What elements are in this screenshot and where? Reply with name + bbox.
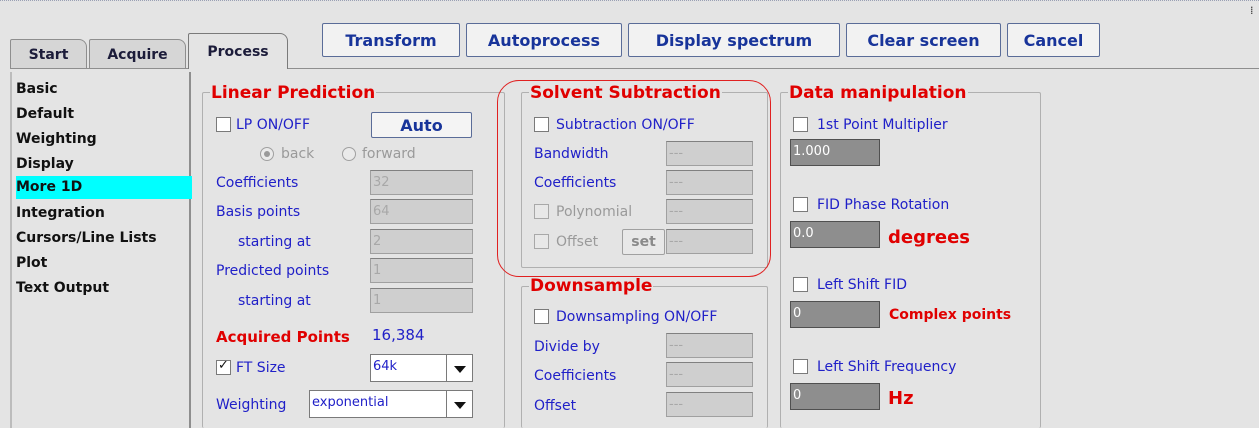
weighting-select[interactable]: exponential <box>309 390 473 418</box>
lp-toggle-label: LP ON/OFF <box>236 117 311 133</box>
ft-size-checkbox[interactable]: ✓ <box>216 358 231 375</box>
ds-offset-field[interactable]: --- <box>666 392 753 417</box>
ft-size-label: FT Size <box>236 360 286 376</box>
downsample-title: Downsample <box>529 276 654 296</box>
fid-phase-checkbox[interactable] <box>793 197 808 212</box>
data-manipulation-title: Data manipulation <box>788 83 968 103</box>
subtraction-toggle-label: Subtraction ON/OFF <box>556 117 695 133</box>
ds-coefficients-field[interactable]: --- <box>666 362 753 387</box>
ft-size-value: 64k <box>373 359 398 374</box>
autoprocess-button[interactable]: Autoprocess <box>466 23 622 57</box>
complex-points-unit: Complex points <box>889 307 1012 323</box>
ss-offset-field[interactable]: --- <box>666 229 753 254</box>
first-point-checkbox[interactable] <box>793 117 808 132</box>
subtraction-toggle-checkbox[interactable] <box>534 117 549 132</box>
ds-coefficients-label: Coefficients <box>534 368 617 384</box>
offset-label: Offset <box>556 234 599 250</box>
predicted-points-label: Predicted points <box>216 263 330 279</box>
back-radio-label: back <box>281 146 315 162</box>
lp-coefficients-field[interactable]: 32 <box>370 170 473 195</box>
set-button[interactable]: set <box>622 229 665 255</box>
chevron-down-icon <box>446 391 472 417</box>
predicted-start-field[interactable]: 1 <box>370 288 473 313</box>
fid-phase-field[interactable]: 0.0 <box>790 221 880 248</box>
divide-by-label: Divide by <box>534 339 600 355</box>
predicted-points-field[interactable]: 1 <box>370 258 473 283</box>
predicted-starting-at-label: starting at <box>238 293 311 309</box>
ds-offset-label: Offset <box>534 398 577 414</box>
basis-points-field[interactable]: 64 <box>370 199 473 224</box>
basis-points-label: Basis points <box>216 204 301 220</box>
forward-radio-label: forward <box>362 146 416 162</box>
degrees-unit: degrees <box>888 227 970 248</box>
fid-phase-label: FID Phase Rotation <box>817 197 950 213</box>
hz-unit: Hz <box>888 388 914 409</box>
sidebar-item-integration[interactable]: Integration <box>16 202 192 225</box>
display-spectrum-button[interactable]: Display spectrum <box>628 23 840 57</box>
lp-coefficients-label: Coefficients <box>216 175 299 191</box>
chevron-down-icon <box>446 355 472 381</box>
sidebar-item-display[interactable]: Display <box>16 153 192 176</box>
left-shift-fid-label: Left Shift FID <box>817 277 908 293</box>
weighting-label: Weighting <box>216 397 287 413</box>
polynomial-checkbox[interactable] <box>534 204 549 219</box>
sidebar-item-default[interactable]: Default <box>16 103 192 126</box>
cancel-button[interactable]: Cancel <box>1007 23 1100 57</box>
lp-toggle-checkbox[interactable] <box>216 117 231 132</box>
weighting-value: exponential <box>312 395 389 410</box>
first-point-field[interactable]: 1.000 <box>790 139 880 166</box>
tab-acquire[interactable]: Acquire <box>89 39 186 69</box>
offset-checkbox[interactable] <box>534 234 549 249</box>
transform-button[interactable]: Transform <box>322 23 460 57</box>
sidebar-item-more-1d[interactable]: More 1D <box>16 176 192 199</box>
tab-acquire-label: Acquire <box>107 46 168 63</box>
sidebar-item-basic[interactable]: Basic <box>16 78 192 101</box>
linear-prediction-title: Linear Prediction <box>210 83 377 103</box>
acquired-points-label: Acquired Points <box>216 328 350 346</box>
divide-by-field[interactable]: --- <box>666 333 753 358</box>
forward-radio[interactable] <box>342 147 356 161</box>
left-shift-freq-checkbox[interactable] <box>793 359 808 374</box>
downsampling-toggle-label: Downsampling ON/OFF <box>556 309 718 325</box>
left-shift-freq-field[interactable]: 0 <box>790 383 880 410</box>
bandwidth-label: Bandwidth <box>534 146 609 162</box>
top-border <box>0 0 1259 8</box>
bandwidth-field[interactable]: --- <box>666 141 753 166</box>
tab-process-label: Process <box>207 43 269 60</box>
tab-start-label: Start <box>28 46 69 63</box>
ft-size-select[interactable]: 64k <box>370 354 473 382</box>
sidebar-item-text-output[interactable]: Text Output <box>16 277 192 300</box>
resize-grip-icon[interactable]: ⁞ <box>1250 4 1254 17</box>
sidebar-item-cursors[interactable]: Cursors/Line Lists <box>16 227 192 250</box>
sidebar: Basic Default Weighting Display More 1D … <box>10 72 192 428</box>
sidebar-item-weighting[interactable]: Weighting <box>16 128 192 151</box>
ss-coefficients-field[interactable]: --- <box>666 170 753 195</box>
tab-start[interactable]: Start <box>10 39 87 69</box>
polynomial-label: Polynomial <box>556 204 633 220</box>
left-shift-fid-checkbox[interactable] <box>793 277 808 292</box>
sidebar-item-plot[interactable]: Plot <box>16 252 192 275</box>
tab-process[interactable]: Process <box>188 33 288 69</box>
downsampling-toggle-checkbox[interactable] <box>534 309 549 324</box>
left-shift-fid-field[interactable]: 0 <box>790 301 880 328</box>
basis-starting-at-label: starting at <box>238 234 311 250</box>
first-point-label: 1st Point Multiplier <box>817 117 948 133</box>
basis-start-field[interactable]: 2 <box>370 229 473 254</box>
clear-screen-button[interactable]: Clear screen <box>846 23 1001 57</box>
ss-coefficients-label: Coefficients <box>534 175 617 191</box>
acquired-points-value: 16,384 <box>372 326 425 344</box>
polynomial-field[interactable]: --- <box>666 199 753 224</box>
auto-button[interactable]: Auto <box>371 112 472 138</box>
back-radio[interactable] <box>260 147 274 161</box>
left-shift-freq-label: Left Shift Frequency <box>817 359 957 375</box>
